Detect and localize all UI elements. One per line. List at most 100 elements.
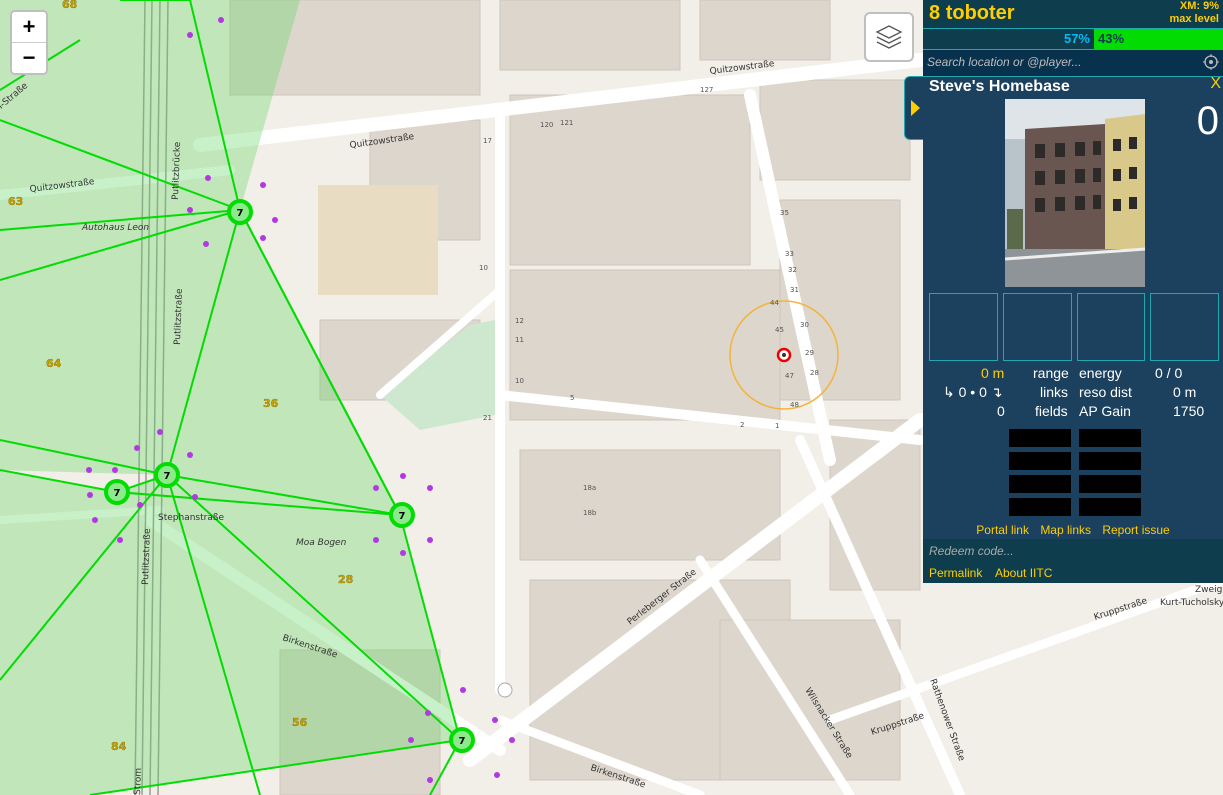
svg-text:18b: 18b [583,509,597,517]
svg-text:28: 28 [810,369,819,377]
portal-level: 0 [1196,99,1219,143]
mod-slot[interactable] [1076,293,1146,361]
svg-text:121: 121 [560,119,573,127]
enlightened-score-bar: 43% [1094,29,1223,49]
player-name-label: 8 toboter [929,2,1015,25]
svg-text:36: 36 [263,397,279,410]
portal-level-label: 7 [237,208,244,219]
svg-text:45: 45 [775,326,784,334]
resonator-slot [1009,475,1071,493]
search-bar [923,50,1223,77]
resonator-slot [1079,452,1141,470]
range-label: range [1033,365,1069,381]
ap-gain-value: 1750 [1173,403,1205,419]
mod-slot[interactable] [1002,293,1072,361]
svg-text:32: 32 [788,266,797,274]
xm-status: XM: 9% max level [1169,0,1219,26]
svg-text:17: 17 [483,137,492,145]
portal-level-label: 7 [459,736,466,747]
resistance-percent: 57% [1063,31,1090,46]
svg-text:30: 30 [800,321,809,329]
street-label: Strom [133,768,144,795]
svg-text:10: 10 [515,377,524,385]
xm-level-label: max level [1169,13,1219,25]
search-input[interactable] [927,53,1191,71]
energy-value: 0 / 0 [1155,365,1183,381]
portal-title: Steve's Homebase [929,78,1070,95]
links-value: ↳ 0 • 0 ↴ [943,384,1003,400]
triangle-right-icon [911,100,920,116]
street-label: Putlitzstraße [173,288,185,345]
plaza [318,185,438,295]
portal-level-label: 7 [164,471,171,482]
svg-text:127: 127 [700,86,713,94]
svg-text:63: 63 [8,195,23,208]
svg-text:5: 5 [570,394,574,402]
zoom-control: + − [10,10,48,75]
portal-link[interactable]: Portal link [976,523,1029,537]
svg-text:33: 33 [785,250,794,258]
place-label: Autohaus Leon [81,223,149,233]
footer-links: Permalink About IITC [923,563,1223,583]
place-label: Moa Bogen [296,538,347,548]
xm-label: XM: 9% [1179,0,1219,12]
reso-dist-label: reso dist [1079,384,1132,400]
resonator-slot [1009,452,1071,470]
svg-text:120: 120 [540,121,553,129]
svg-text:29: 29 [805,349,814,357]
about-iitc-link[interactable]: About IITC [995,566,1052,580]
sidebar-toggle-button[interactable] [904,76,925,140]
redeem-bar [923,539,1223,564]
svg-text:10: 10 [479,264,488,272]
svg-text:56: 56 [292,716,308,729]
resonator-slot [1079,475,1141,493]
links-label: links [1040,384,1069,400]
portal-photo [1005,99,1145,287]
svg-text:35: 35 [780,209,789,217]
svg-text:84: 84 [111,740,127,753]
svg-text:48: 48 [790,401,799,409]
fields-value: 0 [997,403,1005,419]
layers-icon [875,25,903,49]
svg-text:47: 47 [785,372,794,380]
resonator-slot [1079,498,1141,516]
permalink-link[interactable]: Permalink [929,566,982,580]
reso-dist-value: 0 m [1173,384,1197,400]
ap-gain-label: AP Gain [1079,403,1131,419]
zoom-in-button[interactable]: + [12,12,46,42]
map-links[interactable]: Map links [1040,523,1091,537]
street-label: Putlitzstraße [141,528,153,585]
svg-text:12: 12 [515,317,524,325]
portal-links-row: Portal link Map links Report issue [923,523,1223,537]
portal-image[interactable] [1005,99,1145,287]
resonator-slot [1009,498,1071,516]
portal-details: Steve's Homebase X 0 0 m range energy 0 … [923,75,1223,540]
street-label: Stephanstraße [158,513,225,523]
portal-level-label: 7 [399,511,406,522]
resonator-slot [1079,429,1141,447]
redeem-input[interactable] [929,542,1209,560]
mod-slots [929,293,1219,361]
mod-slot[interactable] [1150,293,1219,361]
report-issue-link[interactable]: Report issue [1102,523,1169,537]
zoom-out-button[interactable]: − [12,42,46,73]
svg-text:68: 68 [62,0,77,11]
player-stats: 8 toboter XM: 9% max level [923,0,1223,28]
energy-label: energy [1079,365,1122,381]
sidebar: 8 toboter XM: 9% max level 57% 43% Steve… [923,0,1223,583]
layers-button[interactable] [864,12,914,62]
street-label: Kurt-Tucholsky [1160,598,1223,608]
svg-text:28: 28 [338,573,353,586]
range-value[interactable]: 0 m [981,365,1004,383]
resistance-score-bar: 57% [923,29,1094,49]
svg-text:21: 21 [483,414,492,422]
faction-score-bar: 57% 43% [923,28,1223,50]
player-level: 8 [929,2,941,24]
locate-icon[interactable] [1203,54,1219,70]
close-portal-button[interactable]: X [1210,75,1221,93]
svg-text:1: 1 [775,422,779,430]
svg-text:64: 64 [46,357,62,370]
mod-slot[interactable] [929,293,998,361]
svg-text:11: 11 [515,336,524,344]
svg-text:18a: 18a [583,484,596,492]
